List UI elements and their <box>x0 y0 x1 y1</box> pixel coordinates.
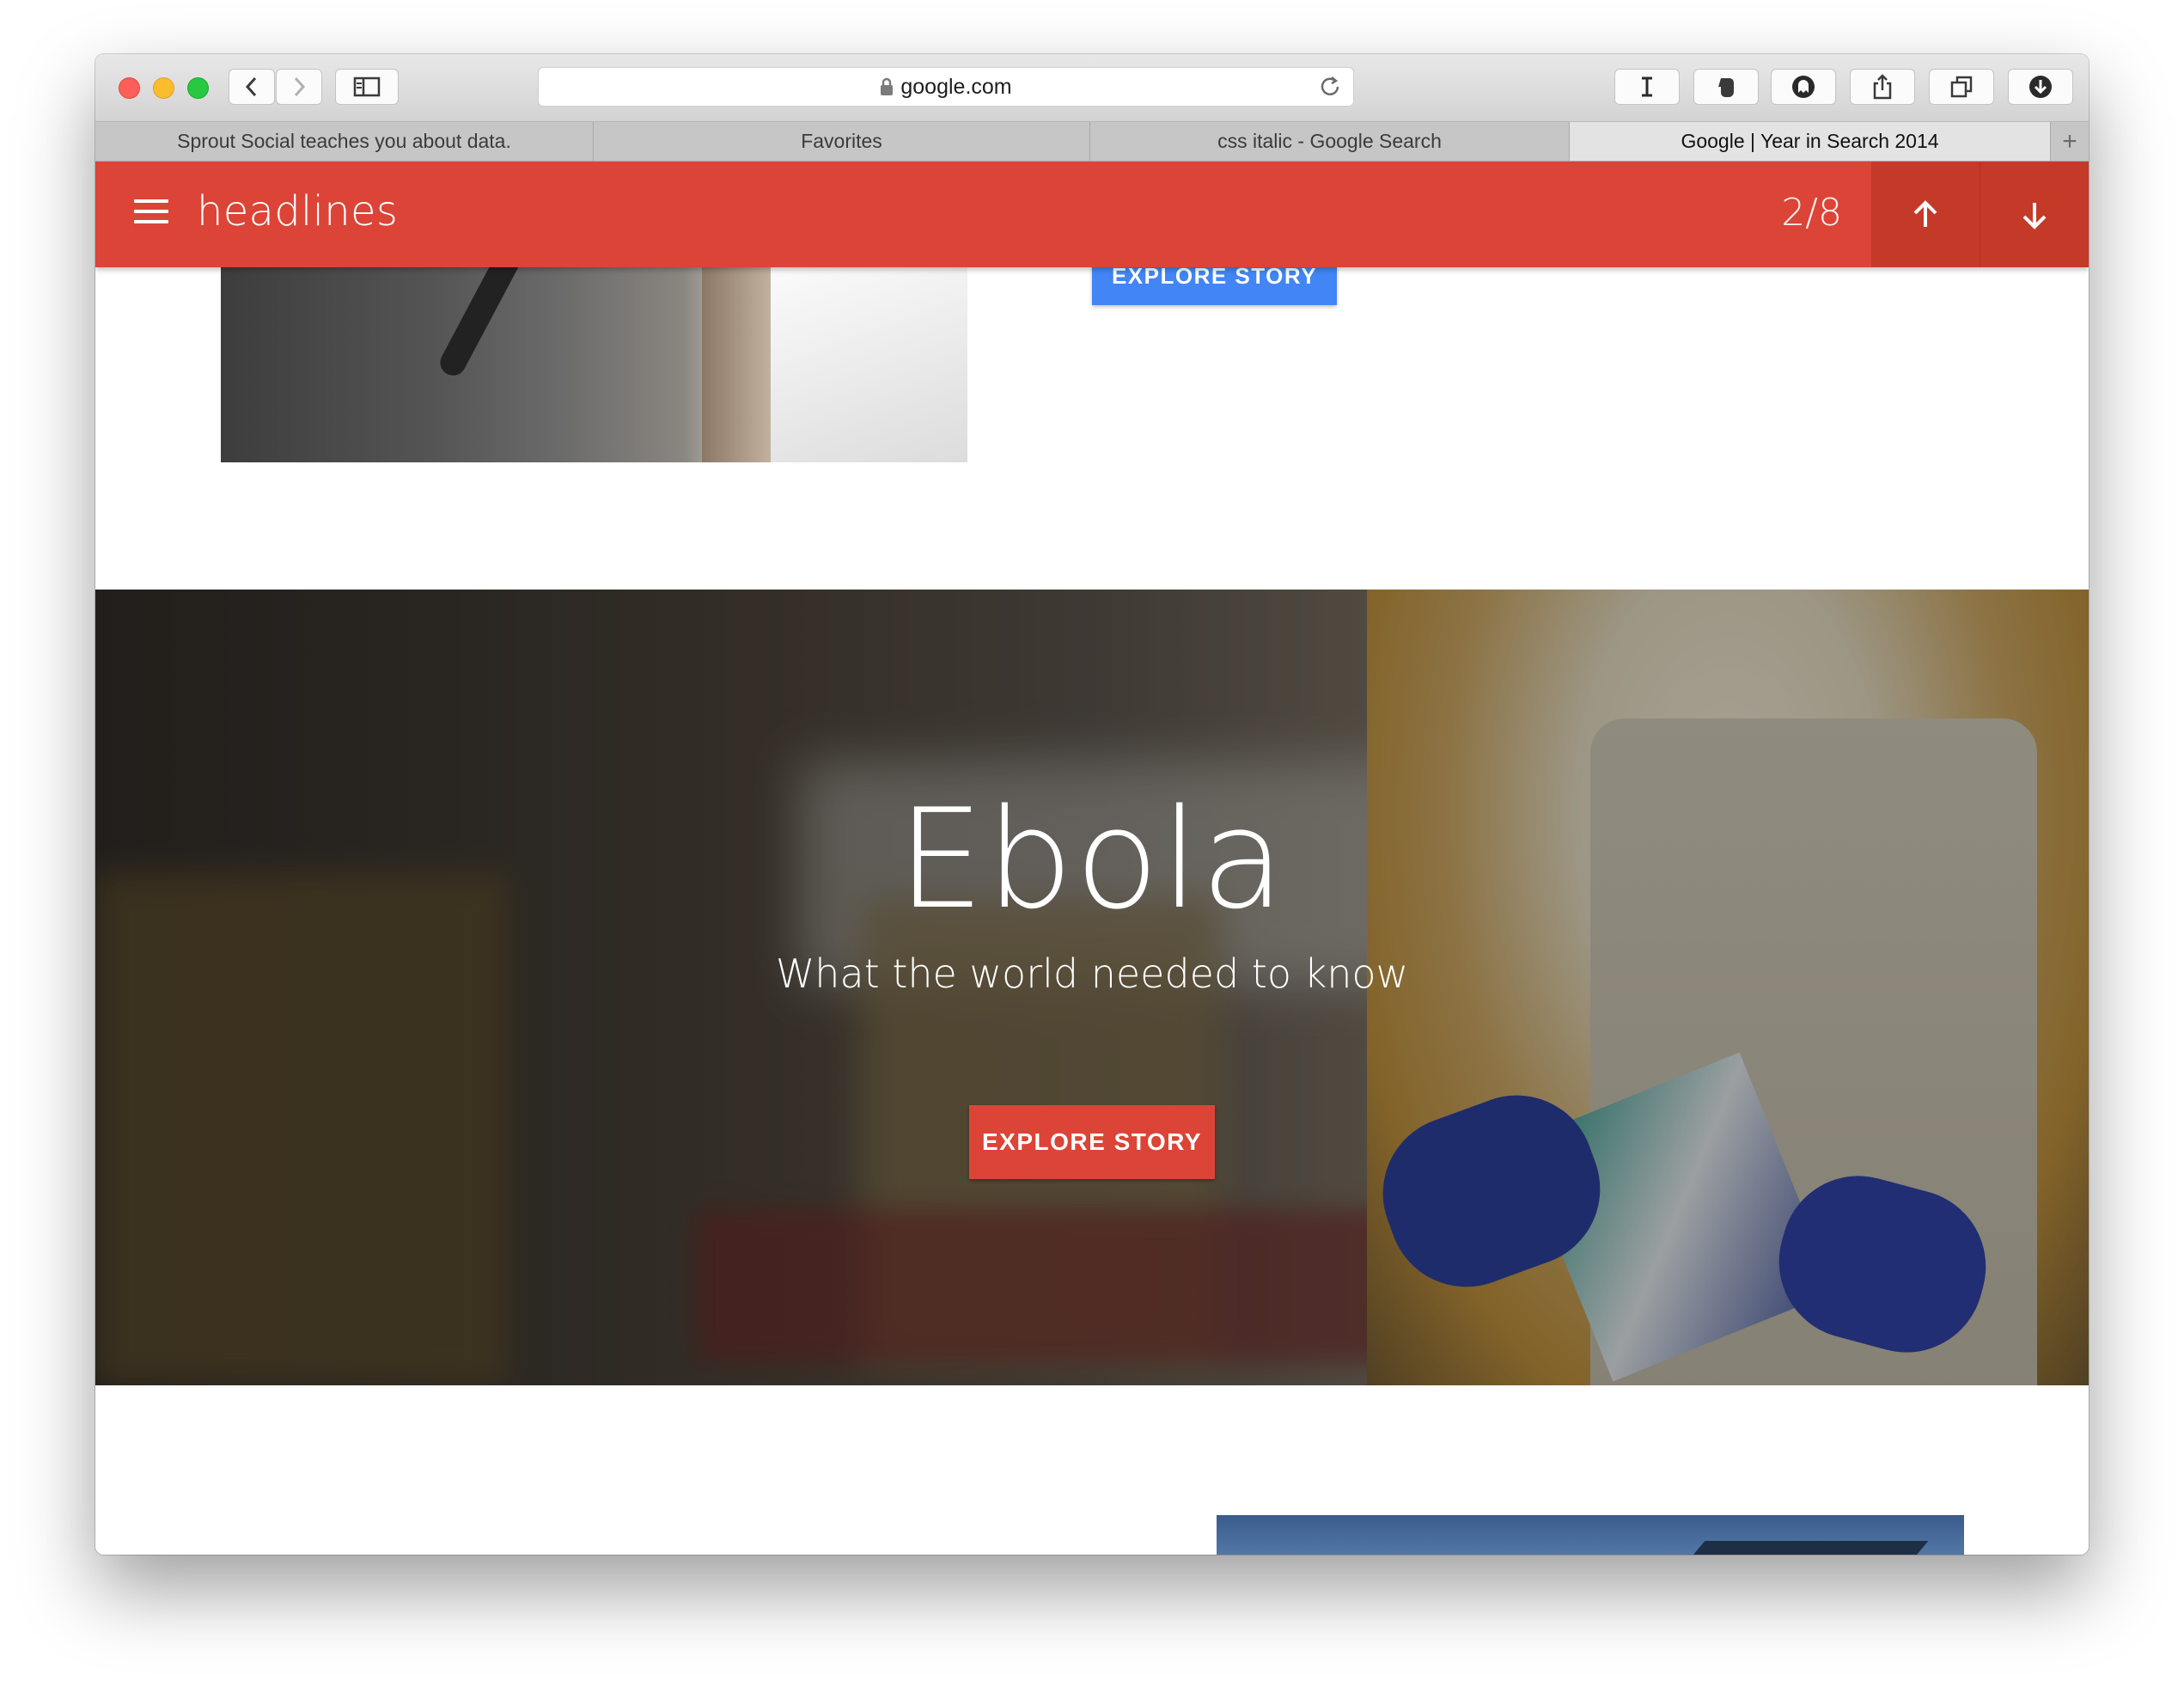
share-button[interactable] <box>1850 69 1915 105</box>
forward-icon <box>294 76 306 97</box>
new-tab-button[interactable]: + <box>2051 122 2089 161</box>
evernote-icon <box>1718 78 1734 97</box>
menu-icon[interactable] <box>134 199 168 227</box>
close-window-button[interactable] <box>119 77 140 99</box>
back-button[interactable] <box>229 69 275 105</box>
tab-title: Google | Year in Search 2014 <box>1681 130 1939 152</box>
forward-button[interactable] <box>276 69 322 105</box>
story-title: Ebola <box>897 779 1287 939</box>
arrow-down-icon <box>2022 202 2047 229</box>
tab-year-in-search[interactable]: Google | Year in Search 2014 <box>1570 122 2051 161</box>
address-bar[interactable]: google.com <box>538 67 1354 107</box>
story-counter: 2/8 <box>1781 191 1842 235</box>
back-icon <box>245 76 257 97</box>
tab-title: css italic - Google Search <box>1217 130 1442 152</box>
lock-icon <box>881 77 894 95</box>
downloads-icon <box>2029 76 2052 98</box>
next-story-button[interactable] <box>1980 162 2089 267</box>
instapaper-icon <box>1642 76 1652 97</box>
tabs-overview-button[interactable] <box>1929 69 1994 105</box>
tab-title: Sprout Social teaches you about data. <box>177 130 511 152</box>
previous-story-button[interactable] <box>1871 162 1980 267</box>
tab-css-italic-search[interactable]: css italic - Google Search <box>1090 122 1570 161</box>
explore-story-button[interactable]: EXPLORE STORY <box>969 1105 1215 1179</box>
tabs-overview-icon <box>1950 76 1973 98</box>
evernote-button[interactable] <box>1693 69 1759 105</box>
address-url-container: google.com <box>539 68 1353 106</box>
browser-window: google.com Sprout Social teaches you abo… <box>95 54 2089 1555</box>
tab-sprout-social[interactable]: Sprout Social teaches you about data. <box>95 122 594 161</box>
address-url: google.com <box>900 74 1012 99</box>
browser-toolbar: google.com <box>95 54 2089 122</box>
headlines-app-bar: headlines 2/8 <box>95 162 2089 267</box>
tab-bar: Sprout Social teaches you about data. Fa… <box>95 122 2089 162</box>
plus-icon: + <box>2062 126 2077 156</box>
instapaper-button[interactable] <box>1614 69 1680 105</box>
ebola-story-hero: Ebola What the world needed to know EXPL… <box>95 590 2089 1385</box>
story-subtitle: What the world needed to know <box>775 950 1409 997</box>
next-story-image <box>1217 1515 1964 1555</box>
tab-title: Favorites <box>801 130 882 152</box>
zoom-window-button[interactable] <box>187 77 209 99</box>
arrow-up-icon <box>1913 199 1937 227</box>
downloads-button[interactable] <box>2008 69 2073 105</box>
page-content: headlines 2/8 EXPLORE STORY Ebola What t… <box>95 162 2089 1555</box>
minimize-window-button[interactable] <box>153 77 174 99</box>
share-icon <box>1873 74 1892 100</box>
tab-favorites[interactable]: Favorites <box>594 122 1090 161</box>
sidebar-icon <box>353 76 381 97</box>
ghostery-icon <box>1792 76 1815 98</box>
sidebar-button[interactable] <box>335 69 399 105</box>
app-bar-title: headlines <box>197 187 399 235</box>
reload-icon[interactable] <box>1317 74 1343 100</box>
ghostery-button[interactable] <box>1771 69 1836 105</box>
